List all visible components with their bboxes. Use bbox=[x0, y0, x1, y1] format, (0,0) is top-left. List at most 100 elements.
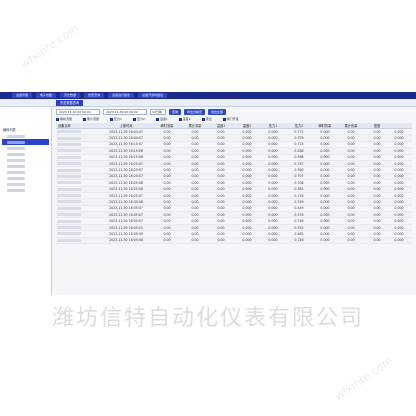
nav-item-3[interactable]: 告警查询 bbox=[84, 93, 105, 98]
field-checkbox[interactable]: 温度2 bbox=[178, 117, 191, 121]
column-header[interactable]: 密度 bbox=[364, 123, 390, 128]
redacted-device-name bbox=[57, 238, 81, 242]
table-cell: 0.000 bbox=[394, 238, 404, 243]
table-cell: 0.00 bbox=[191, 193, 199, 198]
redacted-device-name bbox=[57, 213, 81, 217]
table-cell: 0.00 bbox=[217, 206, 225, 211]
table-cell: 0.000 bbox=[242, 174, 252, 179]
table-cell: 0.000 bbox=[394, 206, 404, 211]
column-header[interactable]: 压力2 bbox=[286, 123, 312, 128]
end-time-input[interactable]: 2023-11-30 00:00:00 bbox=[103, 109, 147, 115]
field-checkbox[interactable]: 液位 bbox=[201, 117, 212, 121]
field-checkbox[interactable]: 压力1 bbox=[110, 117, 122, 121]
column-header[interactable]: 瞬时流量 bbox=[152, 123, 182, 128]
column-header[interactable]: 累计热量 bbox=[338, 123, 364, 128]
device-name-cell bbox=[56, 226, 100, 230]
field-checkbox[interactable]: 瞬时流量 bbox=[56, 117, 72, 121]
nav-item-1[interactable]: 电子地图 bbox=[36, 93, 57, 98]
table-cell: 0.00 bbox=[347, 238, 355, 243]
field-checkboxes: 瞬时流量 累计流量 压力1 压力2 温度1 温度2 液位 阀门开度 bbox=[56, 116, 412, 122]
top-blank-area bbox=[0, 0, 416, 92]
device-name-cell bbox=[56, 181, 100, 185]
table-cell: 0.000 bbox=[320, 206, 330, 211]
checkbox-label: 温度1 bbox=[159, 117, 168, 121]
column-header[interactable]: 累计流量 bbox=[182, 123, 208, 128]
table-cell: 2023-11-30 16:15:06 bbox=[109, 148, 143, 153]
table-cell: 0.000 bbox=[320, 168, 330, 173]
checkbox-checked-icon bbox=[56, 117, 59, 121]
table-cell: 0.000 bbox=[268, 199, 278, 204]
sidebar-device-item[interactable] bbox=[2, 187, 49, 193]
device-name-cell bbox=[56, 232, 100, 236]
table-cell: 0.00 bbox=[217, 129, 225, 134]
column-header[interactable]: 瞬时热量 bbox=[312, 123, 338, 128]
start-time-input[interactable]: 2023-11-30 00:00:00 bbox=[56, 109, 100, 115]
nav-item-2[interactable]: 历史数据 bbox=[60, 93, 81, 98]
column-header[interactable]: 上报时间 bbox=[100, 123, 152, 128]
app-window: 设备管理 电子地图 历史数据 告警查询 设备运行报表 设备开通时报表 历史数据查询 编码列… bbox=[0, 92, 416, 295]
field-checkbox[interactable]: 累计流量 bbox=[83, 117, 99, 121]
diagonal-watermark-bottom: wfxinte.com bbox=[332, 353, 396, 404]
column-header[interactable]: 设备名称 bbox=[56, 123, 100, 128]
nav-item-0[interactable]: 设备管理 bbox=[12, 93, 33, 98]
table-cell: 0.726 bbox=[294, 193, 304, 198]
table-cell: 2023-11-30 16:25:08 bbox=[109, 187, 143, 192]
checkbox-checked-icon bbox=[178, 117, 182, 121]
nav-item-5[interactable]: 设备开通时报表 bbox=[138, 93, 168, 98]
table-cell: 0.00 bbox=[191, 142, 199, 147]
table-cell: 0.00 bbox=[373, 225, 381, 230]
table-cell: 0.00 bbox=[217, 225, 225, 230]
table-cell: 0.312 bbox=[294, 225, 304, 230]
table-cell: 0.000 bbox=[320, 219, 330, 224]
checkbox-checked-icon bbox=[132, 117, 136, 121]
table-cell: 0.000 bbox=[394, 161, 404, 166]
table-cell: 0.00 bbox=[347, 193, 355, 198]
table-cell: 0.00 bbox=[163, 174, 171, 179]
nav-item-4[interactable]: 设备运行报表 bbox=[108, 93, 135, 98]
table-cell: 0.00 bbox=[373, 168, 381, 173]
export-all-button[interactable]: 导出全部 bbox=[208, 109, 227, 115]
table-cell: 0.000 bbox=[242, 155, 252, 160]
table-cell: 0.000 bbox=[242, 180, 252, 185]
redacted-device-name bbox=[57, 168, 81, 172]
table-cell: 0.00 bbox=[347, 142, 355, 147]
table-cell: 0.00 bbox=[373, 219, 381, 224]
table-cell: 0.000 bbox=[242, 187, 252, 192]
table-cell: 0.000 bbox=[394, 219, 404, 224]
redacted-device-name bbox=[57, 162, 81, 166]
table-cell: 0.000 bbox=[394, 231, 404, 236]
field-checkbox[interactable]: 温度1 bbox=[155, 117, 168, 121]
device-sidebar: 编码列表 bbox=[0, 107, 52, 295]
table-cell: 2023-11-30 16:25:07 bbox=[109, 193, 143, 198]
field-checkbox[interactable]: 压力2 bbox=[132, 117, 145, 121]
redacted-device-name bbox=[57, 232, 81, 236]
redacted-device-name bbox=[7, 176, 25, 180]
export-page-button[interactable]: 导出当前页 bbox=[184, 109, 206, 115]
column-header[interactable]: 温度2 bbox=[234, 123, 260, 128]
table-cell: 0.00 bbox=[163, 231, 171, 236]
interval-select[interactable]: 10分钟 bbox=[150, 109, 166, 115]
table-cell: 0.00 bbox=[163, 238, 171, 243]
table-cell: 0.449 bbox=[294, 206, 304, 211]
table-cell: 0.00 bbox=[373, 206, 381, 211]
table-cell: 0.000 bbox=[320, 155, 330, 160]
sidebar-list bbox=[0, 133, 51, 193]
device-name-cell bbox=[56, 206, 100, 210]
field-checkbox[interactable]: 阀门开度 bbox=[222, 117, 239, 121]
column-header[interactable]: 温度1 bbox=[208, 123, 234, 128]
table-cell: 0.00 bbox=[163, 193, 171, 198]
table-cell: 2023-11-30 16:15:06 bbox=[109, 155, 143, 160]
query-button[interactable]: 查询 bbox=[169, 109, 182, 115]
table-cell: 0.000 bbox=[394, 225, 404, 230]
column-header[interactable]: 压力1 bbox=[260, 123, 286, 128]
table-cell: 0.00 bbox=[373, 142, 381, 147]
table-cell: 0.00 bbox=[163, 129, 171, 134]
table-cell: 0.000 bbox=[320, 212, 330, 217]
redacted-device-name bbox=[57, 130, 81, 134]
tab-history-query[interactable]: 历史数据查询 bbox=[56, 100, 84, 106]
table-cell: 0.00 bbox=[191, 238, 199, 243]
table-cell: 0.390 bbox=[294, 168, 304, 173]
table-cell: 0.00 bbox=[217, 219, 225, 224]
table-cell: 0.00 bbox=[163, 212, 171, 217]
table-row[interactable]: 2023-11-30 16:05:08 0.00 0.00 0.00 0.000 0.00… bbox=[56, 237, 412, 245]
